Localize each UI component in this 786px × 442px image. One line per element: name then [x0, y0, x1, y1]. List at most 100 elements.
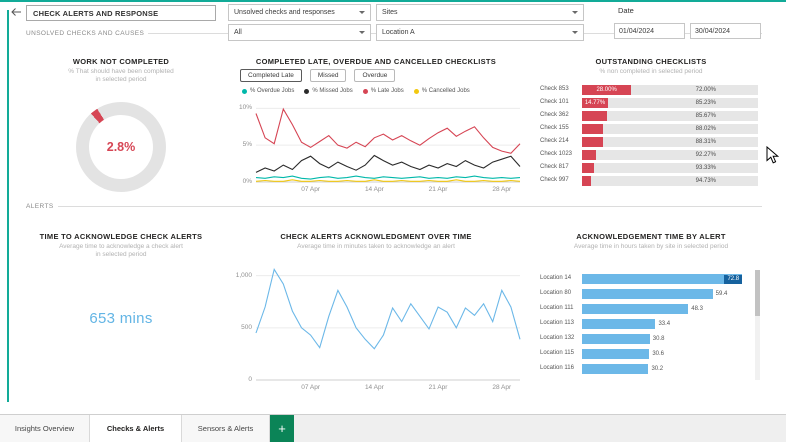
tab-bar: Insights OverviewChecks & AlertsSensors …: [0, 414, 786, 442]
toggle-missed-button[interactable]: Missed: [310, 69, 347, 82]
scrollbar-track[interactable]: [755, 270, 760, 380]
outstanding-row[interactable]: Check 362 85.67%: [540, 110, 760, 123]
bar-track: [582, 176, 758, 186]
y-axis-label: 10%: [230, 104, 252, 111]
bar-track: [582, 163, 758, 173]
late_overdue_cancelled-plot: [256, 101, 520, 182]
chevron-down-icon: [572, 31, 578, 34]
bar-end-label: 85.67%: [696, 113, 716, 119]
outstanding-rows: Check 85328.00%72.00% Check 101 14.77% 85.2…: [540, 84, 760, 188]
bar-fill: [582, 176, 591, 186]
bar-fill: [582, 364, 648, 374]
avg-ack-time-value: 653 mins: [26, 310, 216, 327]
sites-filter-value: Sites: [382, 9, 398, 16]
ack-over-time-subtitle: Average time in minutes taken to acknowl…: [230, 243, 522, 250]
ack-row[interactable]: Location 14 72.8: [540, 272, 754, 287]
check-label: Check 214: [540, 138, 569, 144]
x-axis-label: 28 Apr: [485, 186, 519, 193]
add-page-button[interactable]: +: [270, 415, 294, 442]
work-not-completed-subtitle2: in selected period: [26, 76, 216, 83]
series-average-minutes-to-acknowledge: [256, 269, 520, 348]
outstanding-row[interactable]: Check 101 14.77% 85.23%: [540, 97, 760, 110]
bar-end-label: 88.02%: [696, 126, 716, 132]
bar-fill: [582, 349, 649, 359]
bar-value-label: 33.4: [658, 321, 670, 327]
outstanding-title: OUTSTANDING CHECKLISTS: [540, 57, 762, 66]
bar-fill: [582, 304, 688, 314]
bar-fill: [582, 163, 594, 173]
section-label-alerts: ALERTS: [26, 203, 58, 210]
location-label: Location 14: [540, 275, 571, 281]
location-filter-dropdown[interactable]: Location A: [376, 24, 584, 41]
outstanding-row[interactable]: Check 85328.00%72.00%: [540, 84, 760, 97]
outstanding-row[interactable]: Check 15588.02%: [540, 123, 760, 136]
ack-row[interactable]: Location 116 30.2: [540, 362, 754, 377]
legend-dot-icon: [304, 89, 309, 94]
date-from-input[interactable]: 01/04/2024: [614, 23, 685, 39]
time-to-ack-subtitle: Average time to acknowledge a check aler…: [26, 243, 216, 250]
bar-track: [582, 150, 758, 160]
ack-row[interactable]: Location 11530.6: [540, 347, 754, 362]
bar-end-label: 92.27%: [696, 152, 716, 158]
time-to-ack-subtitle2: in selected period: [26, 251, 216, 258]
ack-by-alert-subtitle: Average time in hours taken by site in s…: [540, 243, 762, 250]
ack-over-time-title: CHECK ALERTS ACKNOWLEDGMENT OVER TIME: [230, 232, 522, 241]
check-label: Check 362: [540, 112, 569, 118]
outstanding-row[interactable]: Check 21488.31%: [540, 136, 760, 149]
bar-track: [582, 124, 758, 134]
sites-filter-dropdown[interactable]: Sites: [376, 4, 584, 21]
checks-filter-value: Unsolved checks and responses: [234, 9, 335, 16]
checks-filter-dropdown[interactable]: Unsolved checks and responses: [228, 4, 371, 21]
outstanding-row[interactable]: Check 81793.33%: [540, 162, 760, 175]
section-divider: [58, 206, 762, 207]
location-label: Location 116: [540, 365, 574, 371]
bar-end-label: 85.23%: [696, 100, 716, 106]
bar-track: 28.00%: [582, 85, 758, 95]
y-axis-label: 500: [230, 324, 252, 331]
ack-row[interactable]: Location 11148.3: [540, 302, 754, 317]
legend-item: % Missed Jobs: [304, 88, 352, 94]
check-label: Check 101: [540, 99, 569, 105]
outstanding-row[interactable]: Check 1023 92.27%: [540, 149, 760, 162]
bar-fill: [582, 289, 713, 299]
ack-row[interactable]: Location 113 33.4: [540, 317, 754, 332]
tab-sensors-alerts[interactable]: Sensors & Alerts: [182, 415, 270, 442]
series-cancelled-jobs: [256, 180, 520, 182]
chevron-down-icon: [359, 11, 365, 14]
x-axis-label: 07 Apr: [294, 384, 328, 391]
all-filter-dropdown[interactable]: All: [228, 24, 371, 41]
ack-row[interactable]: Location 8059.4: [540, 287, 754, 302]
ack-row[interactable]: Location 13230.8: [540, 332, 754, 347]
tab-insights-overview[interactable]: Insights Overview: [0, 415, 90, 442]
donut-chart[interactable]: 2.8%: [76, 102, 166, 192]
donut-value: 2.8%: [76, 102, 166, 192]
toggle-completed-late-button[interactable]: Completed Late: [240, 69, 302, 82]
bar-end-label: 93.33%: [696, 165, 716, 171]
bar-value-label: 14.77%: [585, 100, 605, 106]
check-label: Check 1023: [540, 151, 572, 157]
date-to-input[interactable]: 30/04/2024: [690, 23, 761, 39]
legend-item: % Overdue Jobs: [242, 88, 294, 94]
legend-label: % Cancelled Jobs: [422, 88, 470, 94]
tab-checks-alerts[interactable]: Checks & Alerts: [90, 415, 182, 442]
dashboard: CHECK ALERTS AND RESPONSE UNSOLVED CHECK…: [0, 0, 786, 442]
bar-fill: [582, 319, 655, 329]
outstanding-row[interactable]: Check 99794.73%: [540, 175, 760, 188]
section-label-unsolved: UNSOLVED CHECKS AND CAUSES: [26, 30, 148, 37]
work-not-completed-title: WORK NOT COMPLETED: [26, 57, 216, 66]
location-label: Location 113: [540, 320, 574, 326]
back-arrow-icon[interactable]: [11, 8, 22, 17]
legend-dot-icon: [242, 89, 247, 94]
series-missed-jobs: [256, 156, 520, 173]
chart-legend: % Overdue Jobs% Missed Jobs% Late Jobs% …: [242, 88, 470, 94]
chevron-down-icon: [572, 11, 578, 14]
toggle-overdue-button[interactable]: Overdue: [354, 69, 395, 82]
late-chart-title: COMPLETED LATE, OVERDUE AND CANCELLED CH…: [230, 57, 522, 66]
location-label: Location 111: [540, 305, 573, 311]
work-not-completed-subtitle: % That should have been completed: [26, 68, 216, 75]
bar-value-label: 30.2: [651, 366, 663, 372]
bar-value-label: 28.00%: [596, 87, 616, 93]
scrollbar-thumb[interactable]: [755, 270, 760, 316]
location-filter-value: Location A: [382, 29, 415, 36]
bar-fill: 72.8: [582, 274, 742, 284]
